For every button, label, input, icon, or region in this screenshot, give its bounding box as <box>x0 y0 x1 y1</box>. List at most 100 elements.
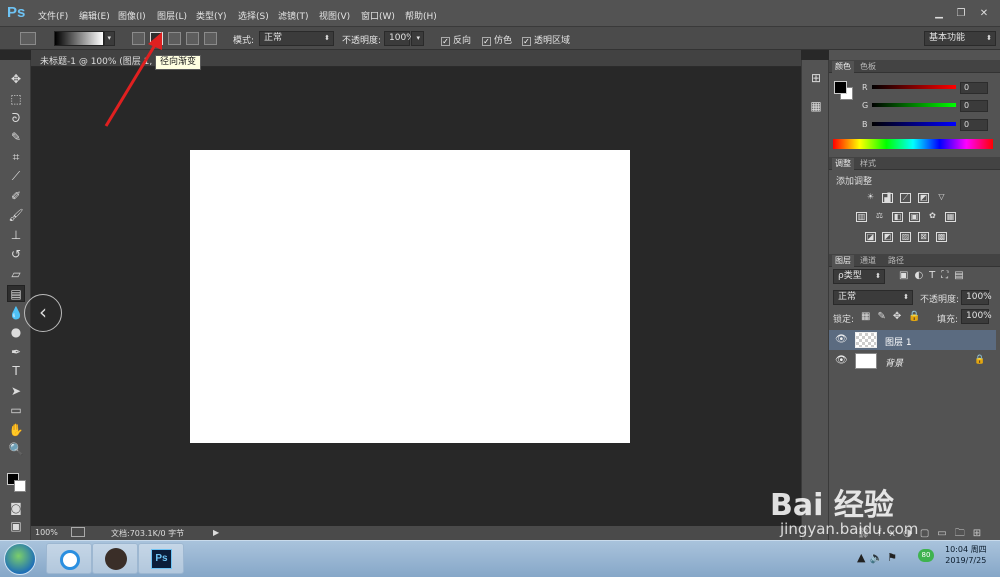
zoom-tool-icon[interactable]: 🔍 <box>7 441 25 458</box>
reverse-checkbox[interactable]: ✓ 反向 <box>441 33 471 46</box>
dodge-tool-icon[interactable]: ● <box>7 324 25 341</box>
gradient-preview[interactable] <box>54 31 104 46</box>
layer-name[interactable]: 图层 1 <box>885 335 912 348</box>
type-tool-icon[interactable]: T <box>7 363 25 380</box>
layer-row[interactable]: 👁 图层 1 <box>829 330 996 350</box>
brush-tool-icon[interactable]: 🖌 <box>7 207 25 224</box>
threshold-icon[interactable]: ▨ <box>900 232 911 242</box>
color-spectrum[interactable] <box>833 139 993 149</box>
history-brush-tool-icon[interactable]: ↺ <box>7 246 25 263</box>
menu-layer[interactable]: 图层(L) <box>157 9 187 22</box>
b-slider[interactable] <box>872 122 956 126</box>
selective-color-icon[interactable]: ⊠ <box>918 232 929 242</box>
menu-file[interactable]: 文件(F) <box>38 9 68 22</box>
lasso-tool-icon[interactable]: ᘐ <box>7 110 25 127</box>
color-lookup-icon[interactable]: ▦ <box>945 212 956 222</box>
workspace-select[interactable]: 基本功能 ⬍ <box>924 31 996 46</box>
move-tool-icon[interactable]: ✥ <box>7 71 25 88</box>
fill-field[interactable]: 100% <box>961 309 992 324</box>
layer-filter-select[interactable]: ρ类型 ⬍ <box>833 269 885 284</box>
foreground-color-swatch[interactable] <box>834 81 847 94</box>
menu-filter[interactable]: 滤镜(T) <box>278 9 309 22</box>
background-color-swatch[interactable] <box>14 480 26 492</box>
menu-help[interactable]: 帮助(H) <box>405 9 437 22</box>
opacity-dropdown[interactable]: ▾ <box>411 31 424 46</box>
tab-color[interactable]: 颜色 <box>832 61 854 73</box>
levels-icon[interactable]: ▟ <box>882 193 893 203</box>
diamond-gradient-icon[interactable] <box>204 32 217 45</box>
eyedropper-tool-icon[interactable]: ⟋ <box>7 168 25 185</box>
dither-checkbox[interactable]: ✓ 仿色 <box>482 33 512 46</box>
marquee-tool-icon[interactable]: ⬚ <box>7 91 25 108</box>
previous-image-button[interactable]: ‹ <box>24 294 62 332</box>
reflected-gradient-icon[interactable] <box>186 32 199 45</box>
transparency-checkbox[interactable]: ✓ 透明区域 <box>522 33 570 46</box>
close-icon[interactable]: ✕ <box>975 7 993 21</box>
g-slider[interactable] <box>872 103 956 107</box>
tab-layers[interactable]: 图层 <box>832 255 854 267</box>
layer-filter-icons[interactable]: ▣◐T⛶▤ <box>899 270 970 281</box>
lock-icons[interactable]: ▦✎✥🔒 <box>861 311 928 322</box>
taskbar-browser[interactable] <box>46 543 92 574</box>
path-selection-tool-icon[interactable]: ➤ <box>7 383 25 400</box>
gradient-tool-preset-icon[interactable] <box>20 32 36 45</box>
quick-mask-icon[interactable]: ◙ <box>7 500 25 517</box>
menu-edit[interactable]: 编辑(E) <box>79 9 110 22</box>
canvas-area[interactable] <box>31 67 801 526</box>
document-canvas[interactable] <box>190 150 630 443</box>
shape-tool-icon[interactable]: ▭ <box>7 402 25 419</box>
blend-mode-select[interactable]: 正常 ⬍ <box>833 290 913 305</box>
color-balance-icon[interactable]: ⚖ <box>874 212 885 222</box>
blur-tool-icon[interactable]: 💧 <box>7 305 25 322</box>
posterize-icon[interactable]: ◩ <box>882 232 893 242</box>
gradient-map-icon[interactable]: ▩ <box>936 232 947 242</box>
clone-stamp-tool-icon[interactable]: ⊥ <box>7 227 25 244</box>
invert-icon[interactable]: ◪ <box>865 232 876 242</box>
quick-select-tool-icon[interactable]: ✎ <box>7 129 25 146</box>
channel-mixer-icon[interactable]: ✿ <box>927 212 938 222</box>
tab-swatches[interactable]: 色板 <box>857 61 879 73</box>
taskbar-clock[interactable]: 10:04 周四 2019/7/25 <box>945 544 987 566</box>
gradient-tool-icon[interactable]: ▤ <box>7 285 25 302</box>
photo-filter-icon[interactable]: ▣ <box>909 212 920 222</box>
tray-icons[interactable]: ▲🔈⚑ <box>857 551 901 564</box>
restore-icon[interactable]: ❐ <box>952 7 970 21</box>
tab-channels[interactable]: 通道 <box>857 255 879 267</box>
layer-row[interactable]: 👁 背景 🔒 <box>829 351 996 371</box>
taskbar-photoshop[interactable]: Ps <box>138 543 184 574</box>
zoom-level[interactable]: 100% <box>35 528 58 537</box>
menu-window[interactable]: 窗口(W) <box>361 9 395 22</box>
history-panel-icon[interactable]: ⊞ <box>807 70 825 87</box>
g-value[interactable]: 0 <box>960 100 988 112</box>
menu-select[interactable]: 选择(S) <box>238 9 269 22</box>
layer-opacity-field[interactable]: 100% <box>961 290 992 305</box>
tab-styles[interactable]: 样式 <box>857 158 879 170</box>
layer-name[interactable]: 背景 <box>885 356 903 369</box>
exposure-icon[interactable]: ◩ <box>918 193 929 203</box>
pen-tool-icon[interactable]: ✒ <box>7 344 25 361</box>
r-value[interactable]: 0 <box>960 82 988 94</box>
r-slider[interactable] <box>872 85 956 89</box>
start-button[interactable] <box>4 543 36 575</box>
opacity-field[interactable]: 100% <box>384 31 415 46</box>
menu-view[interactable]: 视图(V) <box>319 9 350 22</box>
brightness-icon[interactable]: ☀ <box>865 193 876 203</box>
minimize-icon[interactable]: ▁ <box>930 7 948 21</box>
tray-badge[interactable]: 80 <box>918 549 934 562</box>
eraser-tool-icon[interactable]: ▱ <box>7 266 25 283</box>
curves-icon[interactable]: ⟋ <box>900 193 911 203</box>
screen-mode-icon[interactable]: ▣ <box>7 518 25 535</box>
crop-tool-icon[interactable]: ⌗ <box>7 149 25 166</box>
eye-icon[interactable]: 👁 <box>835 355 848 366</box>
hand-tool-icon[interactable]: ✋ <box>7 422 25 439</box>
eye-icon[interactable]: 👁 <box>835 334 848 345</box>
properties-panel-icon[interactable]: ▦ <box>807 98 825 115</box>
vibrance-icon[interactable]: ▽ <box>936 193 947 203</box>
mode-select[interactable]: 正常 ⬍ <box>259 31 334 46</box>
b-value[interactable]: 0 <box>960 119 988 131</box>
status-menu-arrow-icon[interactable]: ▶ <box>213 528 219 537</box>
healing-brush-tool-icon[interactable]: ✐ <box>7 188 25 205</box>
tab-adjustments[interactable]: 调整 <box>832 158 854 170</box>
taskbar-photo[interactable] <box>92 543 138 574</box>
hue-saturation-icon[interactable]: ▥ <box>856 212 867 222</box>
